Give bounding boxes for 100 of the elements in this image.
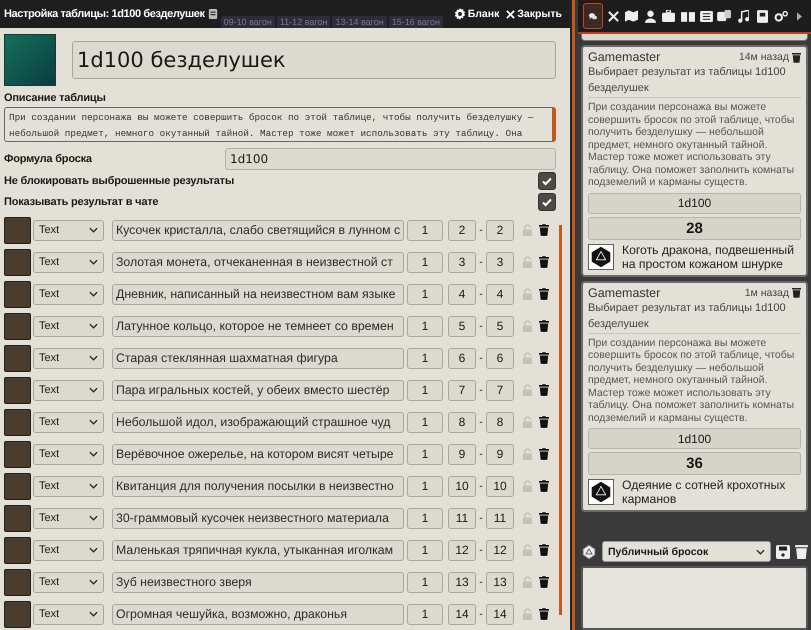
result-text-field[interactable]: Пара игральных костей, у обеих вместо шестёр [112,380,404,400]
weight-field[interactable]: 1 [407,476,443,496]
range-low-field[interactable]: 14 [448,604,476,624]
type-select[interactable]: Text [33,444,104,464]
range-high-field[interactable]: 8 [486,412,514,432]
checkbox[interactable] [538,192,556,211]
save-icon[interactable] [776,544,790,558]
trash-icon[interactable] [539,256,549,268]
item-image[interactable] [4,280,31,308]
weight-field[interactable]: 1 [407,348,443,368]
type-select[interactable]: Text [33,604,104,624]
weight-field[interactable]: 1 [407,284,443,304]
trash-icon[interactable] [539,608,549,620]
result-text-field[interactable]: Дневник, написанный на неизвестном вам языке [112,284,404,304]
type-select[interactable]: Text [33,508,104,528]
range-low-field[interactable]: 7 [448,380,476,400]
trash-icon[interactable] [795,544,808,559]
type-select[interactable]: Text [33,220,104,240]
range-high-field[interactable]: 6 [486,348,514,368]
type-select[interactable]: Text [33,412,104,432]
type-select[interactable]: Text [33,380,104,400]
range-low-field[interactable]: 6 [448,348,476,368]
type-select[interactable]: Text [33,540,104,560]
range-high-field[interactable]: 14 [486,604,514,624]
range-high-field[interactable]: 3 [486,252,514,272]
weight-field[interactable]: 1 [407,540,443,560]
trash-icon[interactable] [539,416,549,428]
range-low-field[interactable]: 11 [448,508,476,528]
result-text-field[interactable]: Золотая монета, отчеканенная в неизвестной ст [112,252,404,272]
result-text-field[interactable]: Маленькая тряпичная кукла, утыканная иголкам [112,540,404,560]
result-text-field[interactable]: 30-граммовый кусочек неизвестного материала [112,508,404,528]
type-select[interactable]: Text [33,348,104,368]
checkbox[interactable] [538,172,556,190]
item-image[interactable] [4,504,31,532]
range-low-field[interactable]: 12 [448,540,476,560]
type-select[interactable]: Text [33,316,104,336]
trash-icon[interactable] [539,320,549,332]
trash-icon[interactable] [539,448,549,460]
item-image[interactable] [4,440,31,468]
item-image[interactable] [4,248,31,276]
roll-mode-select[interactable]: Публичный бросок [602,541,771,562]
weight-field[interactable]: 1 [407,572,443,592]
chat-bubbles-icon[interactable] [583,3,603,29]
trash-icon[interactable] [539,576,549,588]
range-low-field[interactable]: 2 [448,220,476,240]
range-low-field[interactable]: 13 [448,572,476,592]
result-text-field[interactable]: Небольшой идол, изображающий страшное чуд [112,412,404,432]
chat-input-field[interactable] [581,566,808,630]
result-text-field[interactable]: Верёвочное ожерелье, на котором висят четыре [112,444,404,464]
range-high-field[interactable]: 2 [486,220,514,240]
trash-icon[interactable] [792,52,801,62]
trash-icon[interactable] [539,224,549,236]
range-high-field[interactable]: 7 [486,380,514,400]
range-low-field[interactable]: 8 [448,412,476,432]
description-field[interactable]: При создании персонажа вы можете совершить бросок по этой таблице, чтобы получить безделушку — небольшой предмет, немного окутанный тайной. Мастер тоже может использовать эту таблицу. Она [4,107,556,142]
result-text-field[interactable]: Квитанция для получения посылки в неизвестно [112,476,404,496]
range-low-field[interactable]: 10 [448,476,476,496]
weight-field[interactable]: 1 [407,412,443,432]
weight-field[interactable]: 1 [407,380,443,400]
weight-field[interactable]: 1 [407,508,443,528]
item-image[interactable] [4,472,31,500]
item-image[interactable] [4,536,31,564]
formula-field[interactable]: 1d100 [225,148,556,170]
type-select[interactable]: Text [33,284,104,304]
item-image[interactable] [4,376,31,404]
type-select[interactable]: Text [33,572,104,592]
range-high-field[interactable]: 13 [486,572,514,592]
item-image[interactable] [4,600,31,628]
dice-icon[interactable] [581,544,597,560]
sheet-settings-button[interactable]: Бланк [452,8,502,20]
type-select[interactable]: Text [33,252,104,272]
trash-icon[interactable] [539,544,549,556]
weight-field[interactable]: 1 [407,252,443,272]
trash-icon[interactable] [539,512,549,524]
trash-icon[interactable] [539,384,549,396]
result-text-field[interactable]: Латунное кольцо, которое не темнеет со времен [112,316,404,336]
range-low-field[interactable]: 3 [448,252,476,272]
close-button[interactable]: Закрыть [504,8,564,20]
weight-field[interactable]: 1 [407,444,443,464]
trash-icon[interactable] [539,352,549,364]
weight-field[interactable]: 1 [407,316,443,336]
item-image[interactable] [4,408,31,436]
range-low-field[interactable]: 9 [448,444,476,464]
item-image[interactable] [4,312,31,340]
table-name-field[interactable]: 1d100 безделушек [72,41,556,79]
range-high-field[interactable]: 5 [486,316,514,336]
range-low-field[interactable]: 4 [448,284,476,304]
type-select[interactable]: Text [33,476,104,496]
range-low-field[interactable]: 5 [448,316,476,336]
result-text-field[interactable]: Кусочек кристалла, слабо светящийся в лунном с [112,220,404,240]
weight-field[interactable]: 1 [407,604,443,624]
weight-field[interactable]: 1 [407,220,443,240]
trash-icon[interactable] [792,287,801,298]
item-image[interactable] [4,216,31,244]
result-text-field[interactable]: Старая стеклянная шахматная фигура [112,348,404,368]
range-high-field[interactable]: 9 [486,444,514,464]
range-high-field[interactable]: 4 [486,284,514,304]
item-image[interactable] [4,568,31,596]
trash-icon[interactable] [539,288,549,300]
range-high-field[interactable]: 12 [486,540,514,560]
